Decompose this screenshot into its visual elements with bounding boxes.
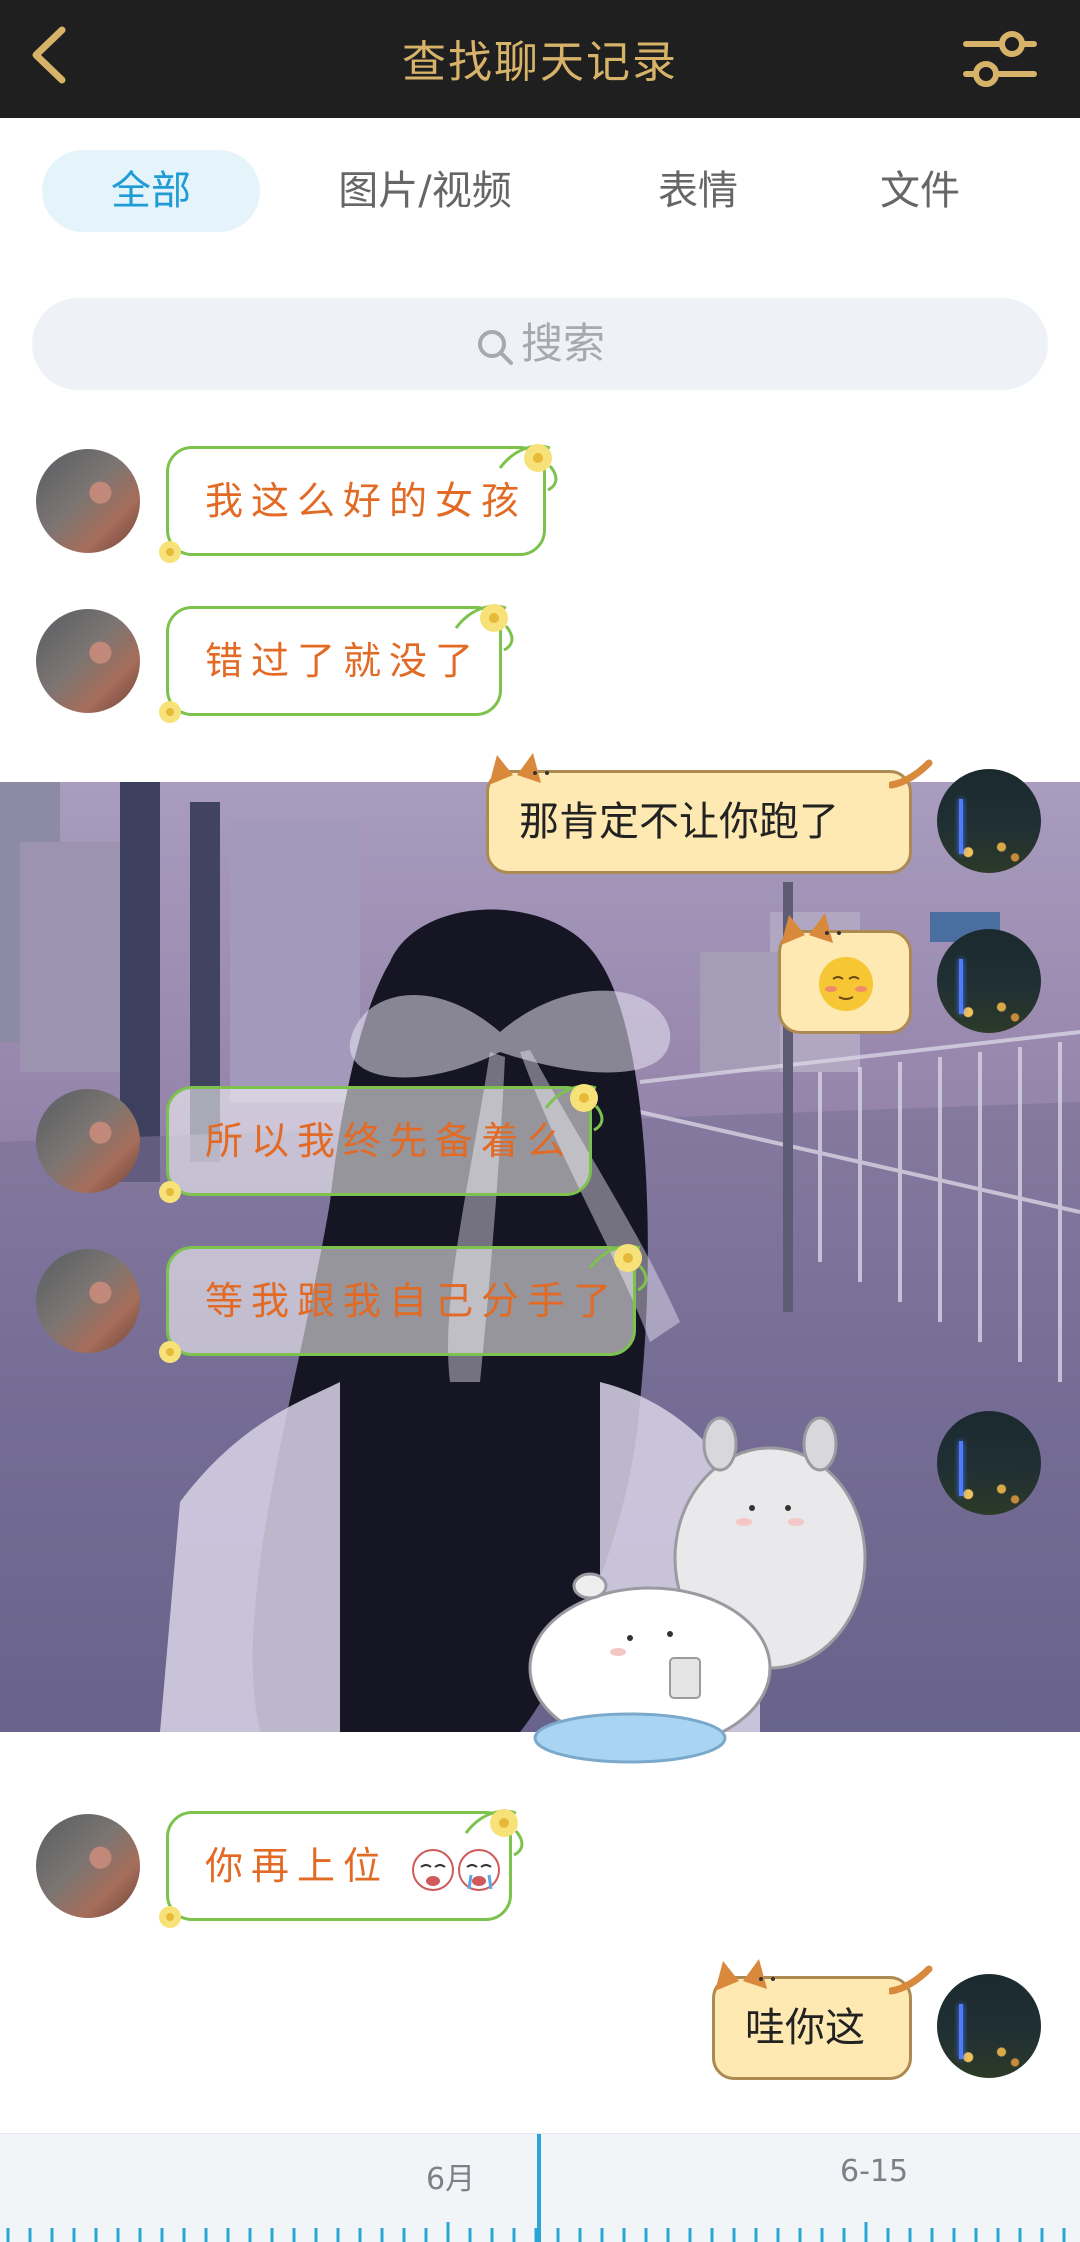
cat-ear-decoration-icon [715, 1959, 775, 1991]
flower-decoration-icon [544, 1084, 604, 1132]
message-bubble[interactable]: 我这么好的女孩 [166, 446, 546, 556]
date-timeline-scrubber[interactable]: 6月 6-15 [0, 2133, 1080, 2242]
message-text: 哇你这 [745, 2005, 865, 2051]
tab-all[interactable]: 全部 [42, 150, 260, 232]
cat-tail-decoration-icon [889, 1965, 933, 1995]
search-icon [477, 329, 513, 365]
message-text: 那肯定不让你跑了 [519, 799, 839, 845]
message-text: 你再上位 [205, 1844, 390, 1888]
cat-ear-decoration-icon [489, 753, 549, 785]
flower-decoration-icon [159, 1906, 181, 1928]
my-avatar[interactable] [937, 769, 1041, 873]
flower-decoration-icon [454, 604, 514, 652]
my-avatar[interactable] [937, 1411, 1041, 1515]
flower-decoration-icon [159, 541, 181, 563]
filter-button[interactable] [960, 24, 1040, 94]
search-placeholder: 搜索 [520, 319, 605, 368]
flower-decoration-icon [159, 1341, 181, 1363]
tab-images-videos[interactable]: 图片/视频 [300, 150, 550, 232]
contact-avatar[interactable] [36, 609, 140, 713]
timeline-label-june: 6月 [426, 2162, 476, 2197]
message-bubble[interactable]: 那肯定不让你跑了 [486, 753, 933, 874]
message-bubble[interactable]: 哇你这 [712, 1959, 933, 2080]
tab-stickers[interactable]: 表情 [600, 150, 796, 232]
sliders-icon [963, 31, 1037, 87]
contact-avatar[interactable] [36, 1089, 140, 1193]
message-bubble[interactable] [778, 913, 912, 1034]
category-tabs: 全部 图片/视频 表情 文件 [0, 118, 1080, 268]
flower-decoration-icon [464, 1809, 524, 1857]
flower-decoration-icon [159, 1181, 181, 1203]
timeline-current-marker[interactable] [537, 2134, 541, 2242]
tab-files[interactable]: 文件 [822, 150, 1018, 232]
contact-avatar[interactable] [36, 449, 140, 553]
timeline-label-june-15: 6-15 [840, 2154, 909, 2189]
flower-decoration-icon [588, 1244, 648, 1292]
blushing-face-emoji-icon [819, 957, 873, 1011]
cat-tail-decoration-icon [889, 759, 933, 789]
cat-ear-decoration-icon [781, 913, 841, 945]
header-bar: 查找聊天记录 [0, 0, 1080, 118]
my-avatar[interactable] [937, 929, 1041, 1033]
flower-decoration-icon [498, 444, 558, 492]
message-bubble[interactable]: 所以我终先备着么 [166, 1086, 592, 1196]
contact-avatar[interactable] [36, 1249, 140, 1353]
my-avatar[interactable] [937, 1974, 1041, 2078]
search-input[interactable]: 搜索 [32, 298, 1048, 390]
page-title: 查找聊天记录 [402, 37, 678, 88]
contact-avatar[interactable] [36, 1814, 140, 1918]
flower-decoration-icon [159, 701, 181, 723]
message-bubble[interactable]: 等我跟我自己分手了 [166, 1246, 636, 1356]
chinchilla-sticker-icon[interactable] [520, 1408, 920, 1768]
